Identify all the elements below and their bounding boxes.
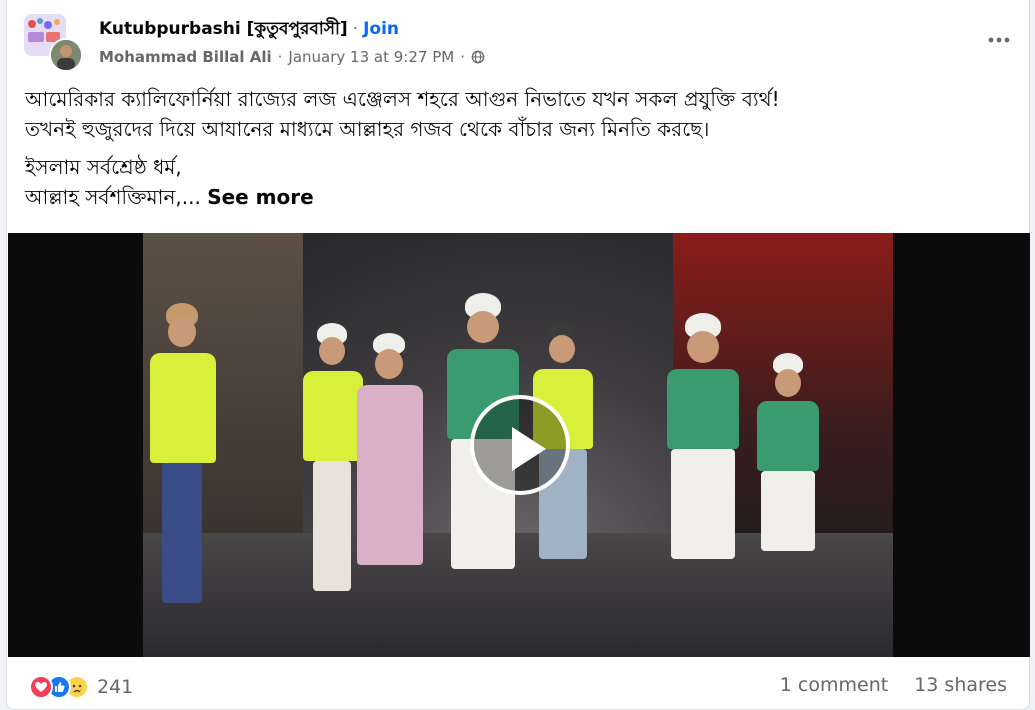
meta-separator-2: · [460,48,465,66]
post-text-line-last: আল্লাহ সর্বশক্তিমান,... See more [25,182,1015,212]
post-text-line: আমেরিকার ক্যালিফোর্নিয়া রাজ্যের লজ এঞ্জ… [25,87,780,111]
group-name-line: Kutubpurbashi [কুতুবপুরবাসী] · Join [99,16,399,44]
person-figure [663,313,743,563]
globe-icon [471,50,485,64]
love-reaction-icon [29,675,53,699]
video-player[interactable] [8,233,1030,657]
post-text-line: ইসলাম সর্বশ্রেষ্ঠ ধর্ম, [25,155,182,179]
group-name-link[interactable]: Kutubpurbashi [কুতুবপুরবাসী] [99,19,348,39]
post-timestamp[interactable]: January 13 at 9:27 PM [288,48,454,66]
meta-separator: · [277,48,283,66]
person-figure [148,303,218,643]
separator-dot: · [352,19,359,39]
person-figure [753,353,823,553]
author-avatar[interactable] [49,38,83,72]
play-icon [512,427,546,471]
post-text-fragment: আল্লাহ সর্বশক্তিমান,... [25,185,201,209]
join-button[interactable]: Join [363,19,399,39]
post-meta: Mohammad Billal Ali · January 13 at 9:27… [99,48,485,66]
more-options-button[interactable] [985,26,1013,50]
shares-count[interactable]: 13 shares [914,674,1007,696]
post-card: Kutubpurbashi [কুতুবপুরবাসী] · Join Mohamm… [6,0,1030,710]
post-text: আমেরিকার ক্যালিফোর্নিয়া রাজ্যের লজ এঞ্জ… [25,84,1015,212]
person-figure [353,333,423,583]
post-footer: 241 1 comment 13 shares [7,664,1029,708]
play-button[interactable] [470,395,570,495]
reactions-summary[interactable]: 241 [29,674,133,700]
engagement-counts: 1 comment 13 shares [780,674,1007,696]
author-name[interactable]: Mohammad Billal Ali [99,48,272,66]
comments-count[interactable]: 1 comment [780,674,888,696]
post-text-line: তখনই হুজুরদের দিয়ে আযানের মাধ্যমে আল্লা… [25,117,710,141]
more-horizontal-icon [988,37,1010,43]
post-header: Kutubpurbashi [কুতুবপুরবাসী] · Join Mohamm… [7,0,1029,78]
see-more-link[interactable]: See more [207,185,314,209]
reaction-count[interactable]: 241 [97,676,133,698]
